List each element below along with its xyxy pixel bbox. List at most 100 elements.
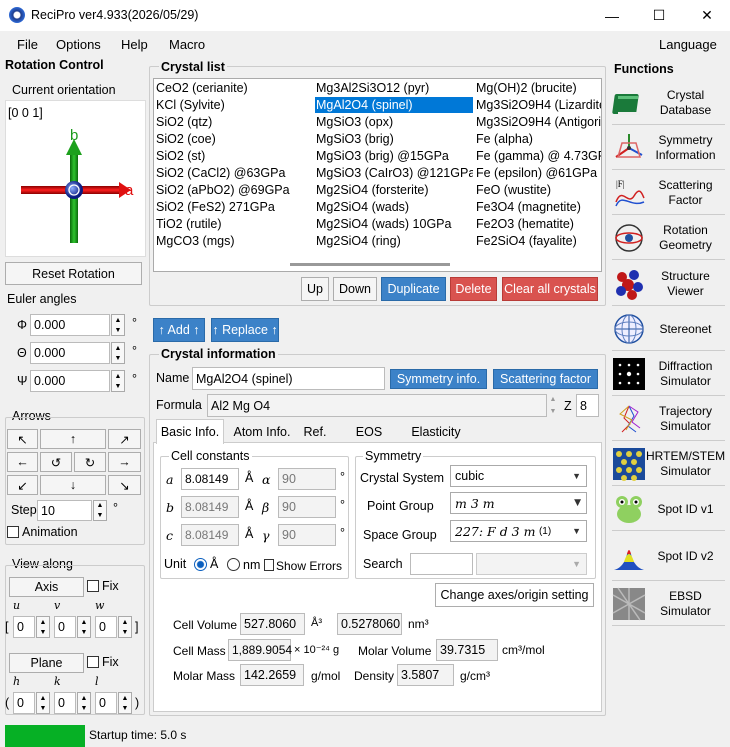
crystal-list-item[interactable]: KCl (Sylvite) [155, 97, 313, 113]
crystal-list-item[interactable]: Mg3Si2O9H4 (Lizardite) [475, 97, 601, 113]
menu-options[interactable]: Options [56, 37, 101, 52]
crystal-list-item[interactable]: MgSiO3 (CaIrO3) @121GPa [315, 165, 473, 181]
arrow-down-button[interactable]: ↓ [40, 475, 106, 495]
crystal-list-item[interactable]: SiO2 (coe) [155, 131, 313, 147]
h-input[interactable]: 0 [13, 692, 35, 714]
stereonet-button[interactable]: Stereonet [612, 308, 725, 351]
tab-atom-info[interactable]: Atom Info. [226, 421, 298, 443]
crystal-list-item[interactable]: Fe (alpha) [475, 131, 601, 147]
crystal-list-item[interactable]: Mg2SiO4 (wads) [315, 199, 473, 215]
crystal-list-item[interactable]: Fe (gamma) @ 4.73GPa [475, 148, 601, 164]
animation-checkbox[interactable] [7, 526, 19, 538]
u-input[interactable]: 0 [13, 616, 35, 638]
spot-id-v1-button[interactable]: Spot ID v1 [612, 488, 725, 531]
space-group-select[interactable]: 227: F d 3 m (1) ▼ [450, 520, 587, 542]
rotate-cw-button[interactable]: ↻ [74, 452, 106, 472]
minimize-button[interactable]: — [589, 0, 635, 31]
a-input[interactable]: 8.08149 [181, 468, 239, 490]
crystal-list-item[interactable]: MgSiO3 (brig) [315, 131, 473, 147]
h-spinner[interactable]: ▲ ▼ [36, 692, 50, 714]
l-input[interactable]: 0 [95, 692, 117, 714]
replace-button[interactable]: ↑ Replace ↑ [211, 318, 279, 342]
theta-spinner[interactable]: ▲ ▼ [111, 342, 125, 364]
crystal-list-item[interactable]: SiO2 (qtz) [155, 114, 313, 130]
axis-button[interactable]: Axis [9, 577, 84, 597]
crystal-list-item[interactable]: MgAl2O4 (spinel) [315, 97, 473, 113]
unit-angstrom-radio[interactable] [194, 558, 207, 571]
search-results-select[interactable]: ▼ [476, 553, 587, 575]
gamma-input[interactable]: 90 [278, 524, 336, 546]
menu-macro[interactable]: Macro [169, 37, 205, 52]
crystal-list-item[interactable]: Mg2SiO4 (ring) [315, 233, 473, 249]
psi-spinner[interactable]: ▲ ▼ [111, 370, 125, 392]
name-input[interactable]: MgAl2O4 (spinel) [192, 367, 385, 390]
scattering-factor-func-button[interactable]: |F| Scattering Factor [612, 172, 725, 215]
unit-nm-radio[interactable] [227, 558, 240, 571]
down-button[interactable]: Down [333, 277, 377, 301]
beta-input[interactable]: 90 [278, 496, 336, 518]
arrow-up-left-button[interactable]: ↖ [7, 429, 38, 449]
v-input[interactable]: 0 [54, 616, 76, 638]
point-group-select[interactable]: m 3 m ▼ [450, 492, 587, 514]
crystal-list-item[interactable]: Mg2SiO4 (wads) 10GPa [315, 216, 473, 232]
hrtem-stem-simulator-button[interactable]: HRTEM/STEM Simulator [612, 443, 725, 486]
crystal-list-item[interactable]: Fe3O4 (magnetite) [475, 199, 601, 215]
crystal-list-item[interactable]: Fe2SiO4 (fayalite) [475, 233, 601, 249]
u-spinner[interactable]: ▲ ▼ [36, 616, 50, 638]
phi-input[interactable]: 0.000 [30, 314, 110, 336]
symmetry-information-button[interactable]: Symmetry Information [612, 127, 725, 170]
tab-eos[interactable]: EOS [350, 421, 388, 443]
crystal-list-item[interactable]: Mg3Si2O9H4 (Antigorite) [475, 114, 601, 130]
crystal-list-item[interactable]: CeO2 (cerianite) [155, 80, 313, 96]
up-button[interactable]: Up [301, 277, 329, 301]
formula-input[interactable]: Al2 Mg O4 [207, 394, 547, 417]
symmetry-info-button[interactable]: Symmetry info. [390, 369, 487, 389]
crystal-list-item[interactable]: SiO2 (st) [155, 148, 313, 164]
k-spinner[interactable]: ▲ ▼ [77, 692, 91, 714]
plane-button[interactable]: Plane [9, 653, 84, 673]
scattering-factor-button[interactable]: Scattering factor [493, 369, 598, 389]
show-errors-checkbox[interactable] [264, 559, 274, 571]
menu-help[interactable]: Help [121, 37, 148, 52]
duplicate-button[interactable]: Duplicate [381, 277, 446, 301]
crystal-list-item[interactable]: Fe2O3 (hematite) [475, 216, 601, 232]
arrow-down-right-button[interactable]: ↘ [108, 475, 141, 495]
reset-rotation-button[interactable]: Reset Rotation [5, 262, 142, 285]
crystal-list-item[interactable]: SiO2 (aPbO2) @69GPa [155, 182, 313, 198]
plane-fix-checkbox[interactable] [87, 656, 99, 668]
crystal-list-item[interactable]: SiO2 (CaCl2) @63GPa [155, 165, 313, 181]
axis-fix-checkbox[interactable] [87, 580, 99, 592]
arrow-right-button[interactable]: → [108, 452, 141, 472]
search-input[interactable] [410, 553, 473, 575]
delete-button[interactable]: Delete [450, 277, 497, 301]
structure-viewer-button[interactable]: Structure Viewer [612, 263, 725, 306]
crystal-list-item[interactable]: MgSiO3 (opx) [315, 114, 473, 130]
arrow-down-left-button[interactable]: ↙ [7, 475, 38, 495]
tab-elasticity[interactable]: Elasticity [404, 421, 468, 443]
list-scrollbar[interactable] [290, 263, 450, 266]
psi-input[interactable]: 0.000 [30, 370, 110, 392]
crystal-list-item[interactable]: MgCO3 (mgs) [155, 233, 313, 249]
v-spinner[interactable]: ▲ ▼ [77, 616, 91, 638]
tab-basic-info[interactable]: Basic Info. [156, 419, 224, 444]
phi-spinner[interactable]: ▲ ▼ [111, 314, 125, 336]
arrow-left-button[interactable]: ← [7, 452, 38, 472]
maximize-button[interactable]: ☐ [636, 0, 682, 31]
rotate-ccw-button[interactable]: ↺ [40, 452, 72, 472]
arrow-up-button[interactable]: ↑ [40, 429, 106, 449]
arrow-up-right-button[interactable]: ↗ [108, 429, 141, 449]
menu-file[interactable]: File [17, 37, 38, 52]
change-axes-button[interactable]: Change axes/origin setting [435, 583, 594, 607]
crystal-list-item[interactable]: TiO2 (rutile) [155, 216, 313, 232]
trajectory-simulator-button[interactable]: Trajectory Simulator [612, 398, 725, 441]
b-input[interactable]: 8.08149 [181, 496, 239, 518]
l-spinner[interactable]: ▲ ▼ [118, 692, 132, 714]
z-input[interactable]: 8 [576, 394, 599, 417]
alpha-input[interactable]: 90 [278, 468, 336, 490]
step-input[interactable]: 10 [37, 500, 92, 521]
rotation-geometry-button[interactable]: Rotation Geometry [612, 217, 725, 260]
diffraction-simulator-button[interactable]: Diffraction Simulator [612, 353, 725, 396]
crystal-list-item[interactable]: MgSiO3 (brig) @15GPa [315, 148, 473, 164]
theta-input[interactable]: 0.000 [30, 342, 110, 364]
crystal-database-button[interactable]: Crystal Database [612, 82, 725, 125]
